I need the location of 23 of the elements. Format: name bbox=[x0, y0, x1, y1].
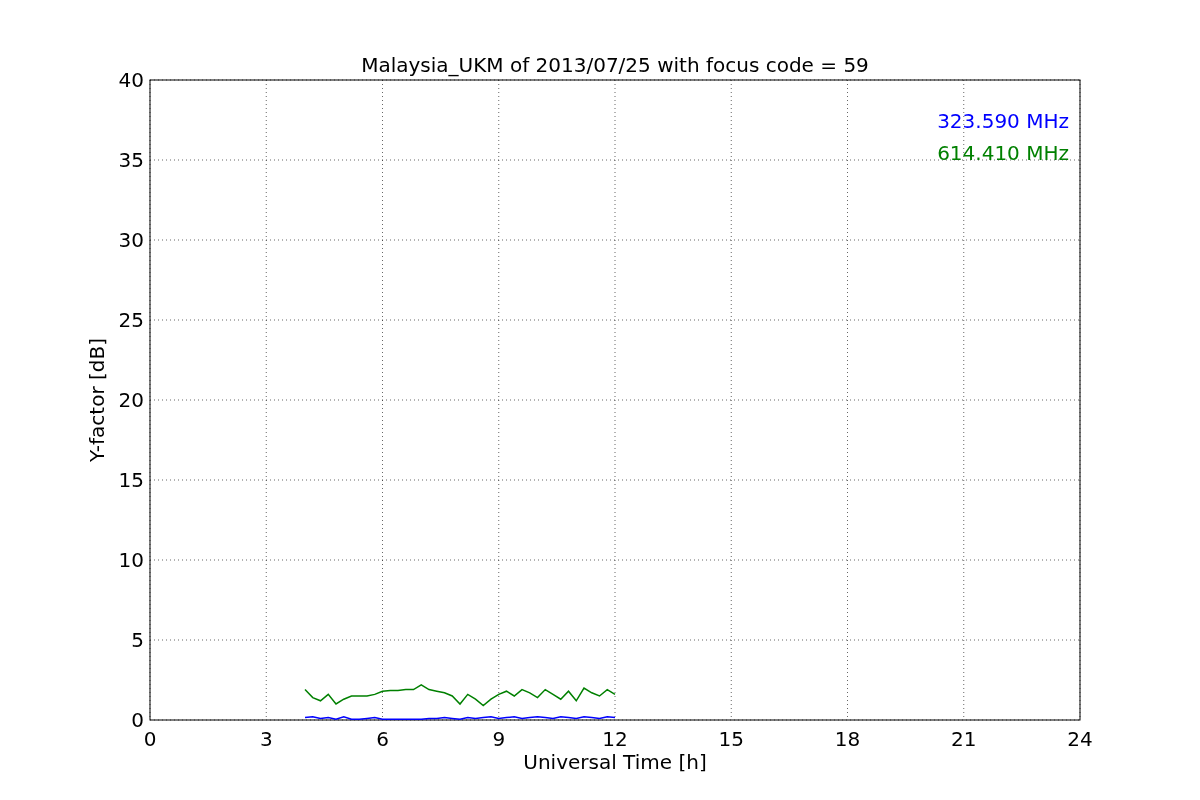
y-tick-label: 20 bbox=[118, 388, 144, 412]
x-tick-label: 0 bbox=[143, 727, 157, 751]
x-axis-label: Universal Time [h] bbox=[523, 750, 707, 774]
x-tick-label: 9 bbox=[492, 727, 506, 751]
legend-label: 323.590 MHz bbox=[937, 109, 1069, 133]
y-tick-label: 35 bbox=[118, 148, 144, 172]
legend-label: 614.410 MHz bbox=[937, 141, 1069, 165]
x-tick-label: 21 bbox=[951, 727, 977, 751]
x-tick-label: 3 bbox=[259, 727, 273, 751]
x-tick-label: 15 bbox=[718, 727, 744, 751]
y-tick-label: 10 bbox=[118, 548, 144, 572]
y-tick-label: 30 bbox=[118, 228, 144, 252]
chart-title: Malaysia_UKM of 2013/07/25 with focus code = 59 bbox=[361, 53, 869, 77]
y-axis-label: Y-factor [dB] bbox=[85, 338, 109, 462]
x-tick-label: 6 bbox=[376, 727, 389, 751]
y-tick-label: 5 bbox=[131, 628, 144, 652]
y-tick-label: 25 bbox=[118, 308, 144, 332]
y-tick-label: 0 bbox=[131, 708, 144, 732]
x-tick-label: 18 bbox=[834, 727, 861, 751]
x-tick-label: 24 bbox=[1067, 727, 1093, 751]
y-tick-label: 40 bbox=[118, 68, 144, 92]
y-tick-label: 15 bbox=[118, 468, 144, 492]
x-tick-label: 12 bbox=[602, 727, 628, 751]
